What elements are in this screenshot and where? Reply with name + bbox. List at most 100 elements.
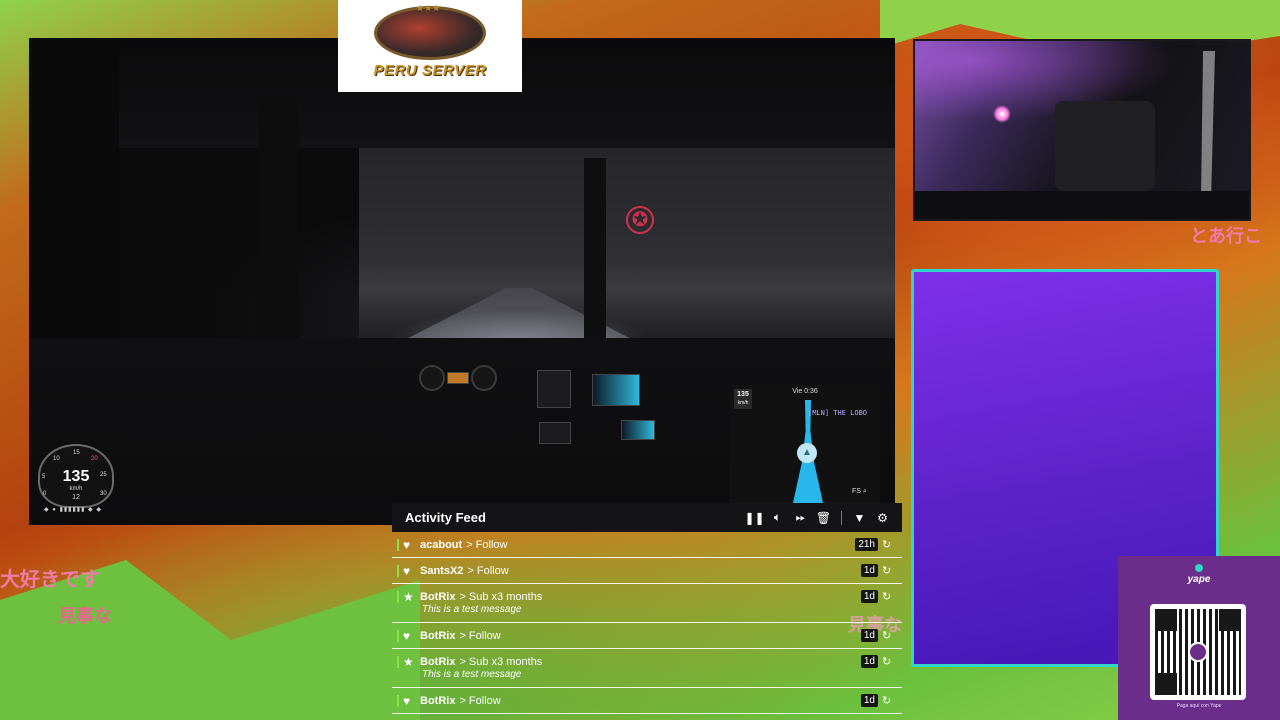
feed-age: 1d [860, 629, 878, 642]
feed-item[interactable]: ♥ BotRix > Follow 1d ↻ [392, 623, 902, 649]
feed-age: 1d [860, 655, 878, 668]
header-divider [841, 510, 842, 525]
feed-age: 1d [860, 590, 878, 603]
webcam-seat [1055, 101, 1155, 191]
yape-dot-icon [1195, 564, 1203, 572]
heart-icon: ♥ [403, 693, 411, 708]
speed-tick: 20 [91, 456, 98, 462]
cab-pillar [584, 158, 606, 348]
activity-feed-title: Activity Feed [405, 510, 486, 525]
bus-emblem [374, 6, 486, 60]
shifter-light [993, 105, 1011, 123]
yape-brand: yape [1187, 574, 1211, 585]
feed-user: BotRix [420, 655, 456, 668]
qr-yape-icon [1188, 642, 1208, 662]
japanese-decor-text: とあ行こ [1190, 226, 1262, 247]
feed-age: 21h [855, 538, 878, 551]
cab-pillar [259, 98, 299, 358]
feed-user: SantsX2 [420, 564, 464, 577]
dash-gauge [419, 365, 445, 391]
gps-speed-value: 135 [737, 391, 749, 398]
feed-age: 1d [860, 694, 878, 707]
replay-icon[interactable]: ↻ [882, 655, 896, 668]
feed-item[interactable]: ★ BotRix > Sub x3 months 1d ↻ This is a … [392, 584, 902, 623]
logo-text: PERU SERVER [373, 62, 487, 79]
navigation-arrow-icon: ▲ [797, 443, 817, 463]
webcam-feed [913, 39, 1251, 221]
speedometer-status-bar: ◆ ● ▮▮▮▮▮▮ ◆ ◆ [44, 507, 102, 513]
feed-action: > Follow [466, 538, 508, 551]
trash-icon[interactable]: 🗑︎ [812, 511, 835, 525]
feed-accent [397, 539, 399, 551]
speed-tick: 10 [53, 456, 60, 462]
feed-item[interactable]: ♥ BotRix > Follow 1d ↻ [392, 688, 902, 714]
gps-speed-unit: km/h [737, 400, 749, 406]
webcam-rig-rail [915, 191, 1249, 219]
feed-action: > Sub x3 months [459, 655, 543, 668]
star-icon: ★ [403, 654, 414, 669]
feed-user: acabout [420, 538, 463, 551]
feed-message: This is a test message [422, 604, 522, 615]
replay-icon[interactable]: ↻ [882, 694, 896, 707]
feed-action: > Sub x3 months [459, 590, 543, 603]
feed-item[interactable]: ★ BotRix > Sub x3 months 1d ↻ This is a … [392, 649, 902, 688]
filter-icon[interactable]: ▼ [848, 511, 871, 525]
replay-icon[interactable]: ↻ [882, 564, 896, 577]
replay-icon[interactable]: ↻ [882, 629, 896, 642]
feed-item[interactable]: ♥ SantsX2 > Follow 1d ↻ [392, 558, 902, 584]
gear-indicator: 12 [72, 494, 80, 501]
skip-icon[interactable]: ⏩︎ [789, 510, 812, 525]
feed-action: > Follow [459, 694, 501, 707]
gps-speed-limit: 135 km/h [734, 389, 752, 409]
speedometer: 0 5 10 15 20 25 30 135 km/h 12 ◆ ● ▮▮▮▮▮… [36, 442, 116, 518]
gps-fs-label: FS ⌕ [852, 488, 867, 496]
replay-icon[interactable]: ↻ [882, 590, 896, 603]
gear-icon[interactable]: ⚙ [871, 511, 894, 525]
speed-unit: km/h [69, 486, 83, 492]
feed-accent [397, 695, 399, 707]
gps-fs-text: FS [852, 488, 861, 495]
pause-icon[interactable]: ❚❚ [743, 511, 766, 525]
dash-display [539, 422, 571, 444]
dash-display [621, 420, 655, 440]
star-icon: ★ [403, 589, 414, 604]
speed-value: 135 [62, 468, 90, 485]
yape-caption: Paga aquí con Yape [1176, 703, 1222, 709]
activity-feed-header: Activity Feed ❚❚ 🔈︎ ⏩︎ 🗑︎ ▼ ⚙ [392, 503, 902, 532]
search-icon: ⌕ [862, 488, 867, 495]
gps-route-label: [MLN] THE LOBO [808, 409, 868, 417]
gps-minimap: Vie 0:36 135 km/h ▲ [MLN] THE LOBO FS ⌕ [730, 385, 880, 503]
dash-gauge [471, 365, 497, 391]
mercedes-star-icon: ✪ [626, 206, 654, 234]
feed-user: BotRix [420, 590, 456, 603]
feed-accent [397, 565, 399, 577]
feed-user: BotRix [420, 629, 456, 642]
qr-code[interactable] [1150, 604, 1246, 700]
volume-icon[interactable]: 🔈︎ [766, 510, 789, 525]
feed-user: BotRix [420, 694, 456, 707]
japanese-decor-text: 見事な [58, 606, 112, 627]
feed-age: 1d [860, 564, 878, 577]
feed-accent [397, 591, 399, 603]
japanese-decor-text: 大好きです [0, 567, 100, 591]
yape-logo: yape [1118, 564, 1280, 585]
feed-accent [397, 630, 399, 642]
activity-feed: Activity Feed ❚❚ 🔈︎ ⏩︎ 🗑︎ ▼ ⚙ ♥ acabout … [392, 503, 902, 720]
feed-item[interactable]: ♥ acabout > Follow 21h ↻ [392, 532, 902, 558]
logo-stars: ★★★ [416, 3, 441, 13]
replay-icon[interactable]: ↻ [882, 538, 896, 551]
dash-display [447, 372, 469, 384]
heart-icon: ♥ [403, 563, 411, 578]
dash-display [592, 374, 640, 406]
gps-time: Vie 0:36 [792, 388, 818, 395]
feed-action: > Follow [459, 629, 501, 642]
feed-action: > Follow [467, 564, 509, 577]
dash-display [537, 370, 571, 408]
server-logo: ★★★ PERU SERVER [338, 0, 522, 92]
feed-accent [397, 656, 399, 668]
speed-tick: 15 [73, 450, 80, 456]
heart-icon: ♥ [403, 628, 411, 643]
heart-icon: ♥ [403, 537, 411, 552]
yape-donation-card: yape Paga aquí con Yape [1118, 556, 1280, 720]
feed-message: This is a test message [422, 669, 522, 680]
